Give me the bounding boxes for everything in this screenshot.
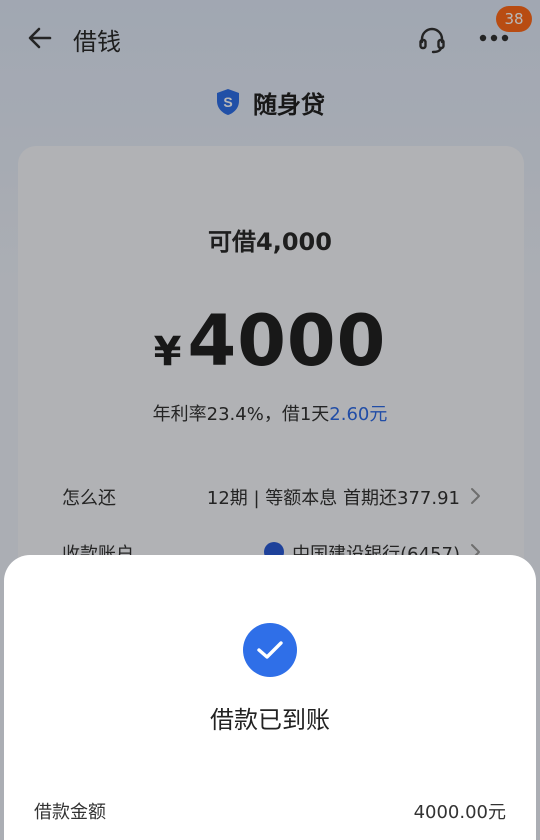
loan-amount-detail-value: 4000.00元 [413, 802, 506, 823]
loan-amount-detail-row: 借款金额 4000.00元 [34, 798, 506, 828]
success-check-badge [243, 623, 297, 677]
success-title: 借款已到账 [210, 706, 330, 734]
loan-amount-detail-label: 借款金额 [34, 802, 106, 823]
checkmark-icon [257, 641, 283, 659]
